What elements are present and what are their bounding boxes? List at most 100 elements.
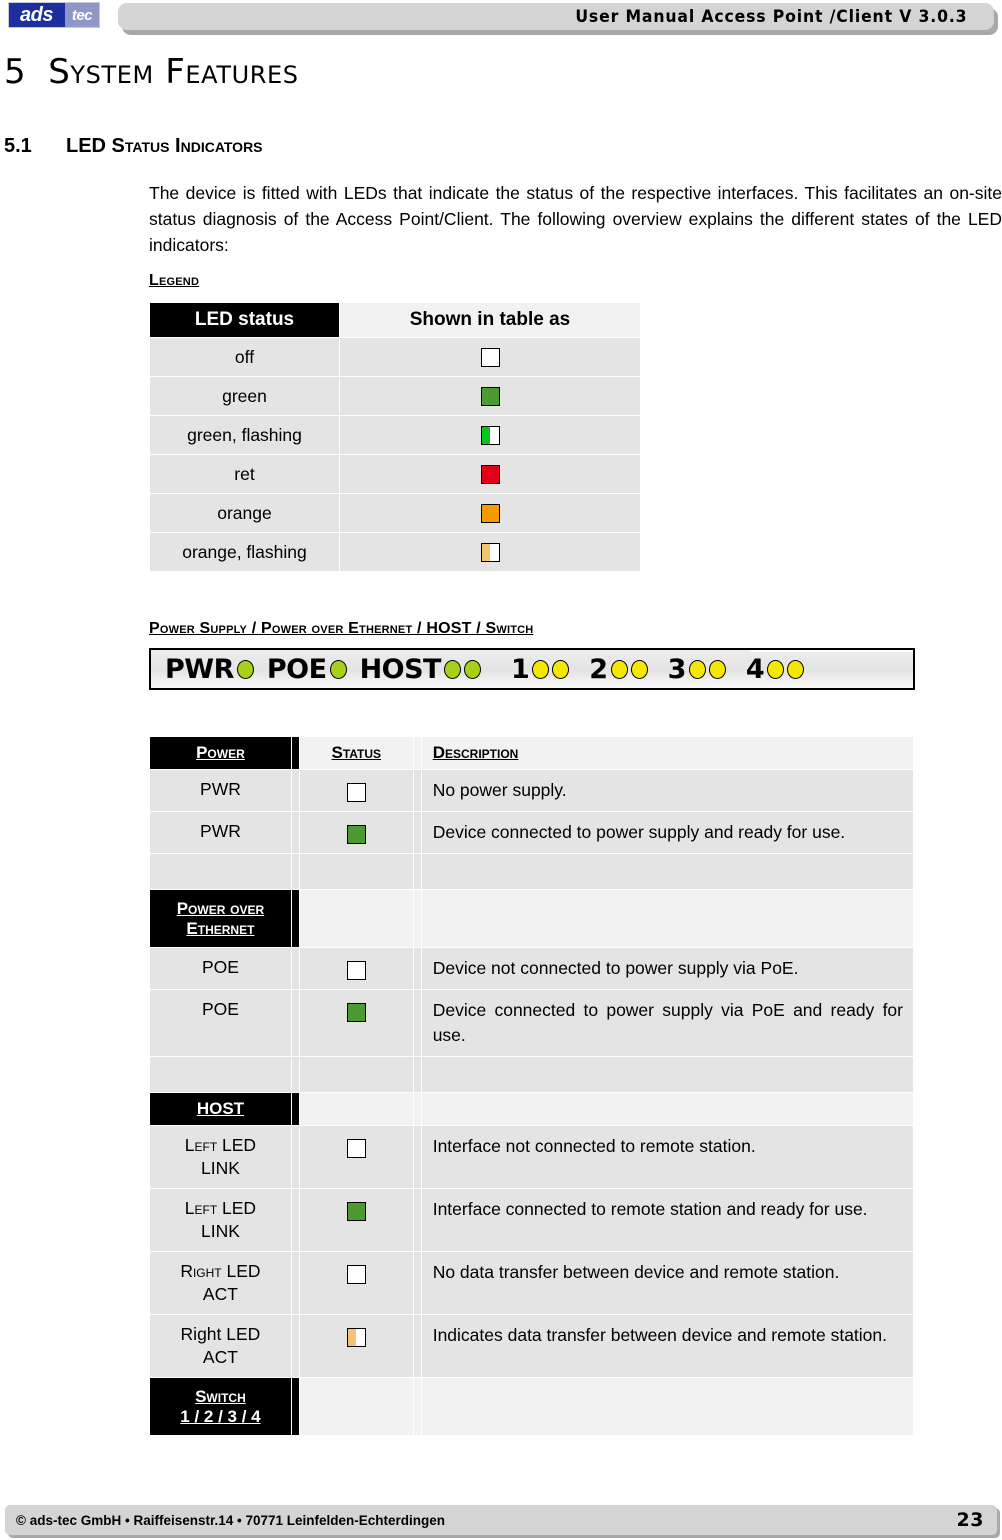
row-label-line1: Right LED [180,1261,261,1281]
panel-label-port-1: 1 [510,653,530,685]
row-gap [412,1251,422,1315]
off-swatch [346,782,366,802]
legend-col-status-header: LED status [149,302,340,338]
legend-col-shown-header: Shown in table as [339,302,641,338]
green-swatch [346,824,366,844]
row-label: POE [149,989,292,1057]
spacer-cell [420,853,915,890]
header-gap-cell [412,1377,422,1436]
panel-group-port-1: 1 [510,653,570,685]
panel-led-port-4-link [767,659,785,679]
description-header-cell: Description [420,736,915,770]
chapter-title: 5 System Features [4,52,299,92]
orange-swatch [480,504,500,524]
header-gap-cell [412,736,422,770]
table-row: PWR No power supply. [149,769,915,812]
row-status [298,769,414,812]
switch-header-label-line2: 1 / 2 / 3 / 4 [180,1406,261,1426]
row-gap [290,947,300,990]
panel-group-host: HOST [360,656,481,683]
row-gap [412,769,422,812]
document-page: ads tec User Manual Access Point /Client… [0,0,1002,1540]
section-body-text: The device is fitted with LEDs that indi… [149,183,1002,255]
legend-status-label: green, flashing [149,415,340,455]
row-status [298,1314,414,1378]
row-status [298,989,414,1057]
row-gap [412,1125,422,1189]
poe-header-label-line2: Ethernet [186,918,255,938]
red-swatch [480,465,500,485]
spacer-row [149,853,915,890]
row-gap [290,989,300,1057]
row-label: PWR [149,769,292,812]
row-label: Right LED ACT [149,1251,292,1315]
page-number: 23 [956,1509,984,1531]
description-header-label: Description [432,743,519,762]
host-header-cell: HOST [149,1092,292,1126]
row-status [298,1251,414,1315]
panel-led-port-2-link [610,659,628,679]
host-description-header-cell [420,1092,915,1126]
panel-led-host-link [443,659,461,679]
panel-group-port-4: 4 [745,653,805,685]
row-gap [412,811,422,854]
status-header-cell: Status [298,736,414,770]
section-title-text: LED Status Indicators [66,135,263,157]
row-gap [412,1314,422,1378]
section-body: The device is fitted with LEDs that indi… [149,180,1002,258]
row-label: Left LED LINK [149,1125,292,1189]
panel-label-port-3: 3 [667,653,687,685]
panel-label-port-2: 2 [589,653,608,685]
header-gap-cell [290,1377,300,1436]
green-swatch [480,387,500,407]
panel-led-port-1-link [532,659,550,679]
off-swatch [346,960,366,980]
logo-text-tec: tec [65,3,99,27]
row-description: No data transfer between device and remo… [420,1251,915,1315]
switch-header-cell: Switch 1 / 2 / 3 / 4 [149,1377,292,1436]
switch-header-label-line1: Switch [195,1386,246,1406]
off-swatch [346,1138,366,1158]
footer-company-info: © ads-tec GmbH • Raiffeisenstr.14 • 7077… [16,1512,446,1528]
panel-label-port-4: 4 [745,653,765,685]
row-label-line2: LINK [200,1158,240,1178]
legend-status-label: orange, flashing [149,532,340,572]
row-status [298,1188,414,1252]
switch-description-header-cell [420,1377,915,1436]
legend-status-label: ret [149,454,340,494]
table-row: Right LED ACT No data transfer between d… [149,1251,915,1315]
legend-row-red: ret [149,454,641,494]
off-swatch [480,348,500,368]
row-gap [290,1314,300,1378]
panel-label-pwr: PWR [165,653,234,685]
table-row: POE Device connected to power supply via… [149,989,915,1057]
green-flashing-swatch [480,426,500,446]
row-description: Indicates data transfer between device a… [420,1314,915,1378]
spacer-cell [412,1056,422,1093]
row-description: Device connected to power supply and rea… [420,811,915,854]
spacer-cell [149,853,292,890]
row-gap [290,811,300,854]
section-heading: 5.1 LED Status Indicators [4,135,263,158]
switch-header-row: Switch 1 / 2 / 3 / 4 [149,1377,915,1436]
poe-description-header-cell [420,889,915,948]
host-header-row: HOST [149,1092,915,1126]
table-row: Left LED LINK Interface not connected to… [149,1125,915,1189]
spacer-cell [290,1056,300,1093]
legend-table: LED status Shown in table as off green g… [149,302,641,572]
switch-status-header-cell [298,1377,414,1436]
table-row: Left LED LINK Interface connected to rem… [149,1188,915,1252]
green-swatch [346,1201,366,1221]
chapter-title-text: System Features [48,52,299,92]
legend-swatch-cell [339,493,641,533]
legend-row-green-flashing: green, flashing [149,415,641,455]
logo-text-ads: ads [9,3,65,27]
legend-swatch-cell [339,415,641,455]
row-gap [290,1188,300,1252]
off-swatch [346,1264,366,1284]
spacer-cell [290,853,300,890]
row-status [298,947,414,990]
legend-row-orange-flashing: orange, flashing [149,532,641,572]
row-gap [412,1188,422,1252]
legend-status-label: orange [149,493,340,533]
